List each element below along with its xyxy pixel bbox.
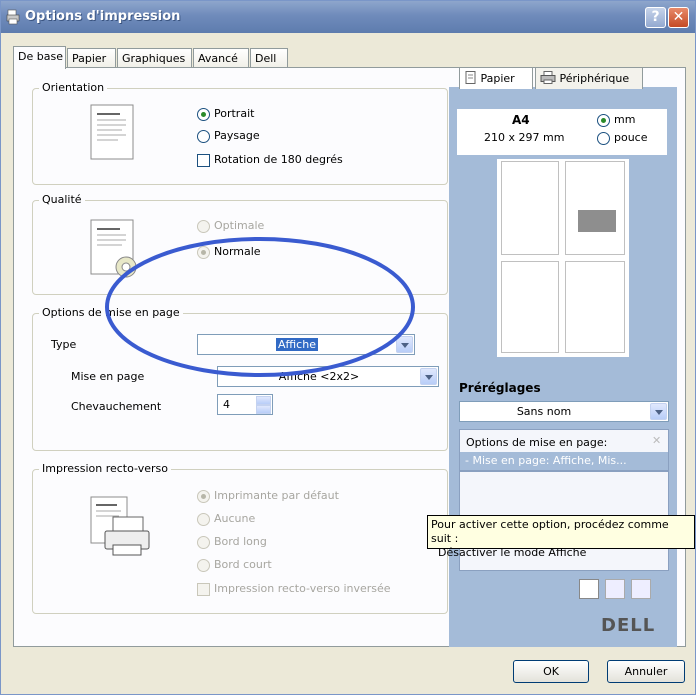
new-preset-icon[interactable] — [579, 579, 599, 599]
tooltip: Pour activer cette option, procédez comm… — [427, 515, 695, 559]
orientation-group: Orientation Portrait Paysage Rotation de… — [32, 81, 448, 185]
bord-long-label[interactable]: Bord long — [214, 535, 267, 548]
portrait-radio[interactable] — [197, 108, 210, 121]
tab-graphiques[interactable]: Graphiques — [117, 48, 192, 68]
paysage-label[interactable]: Paysage — [214, 129, 260, 142]
save-preset-icon[interactable] — [605, 579, 625, 599]
optimale-radio[interactable] — [197, 220, 210, 233]
tab-papier-preview-label: Papier — [480, 72, 515, 85]
bord-long-radio[interactable] — [197, 536, 210, 549]
duplex-printer-icon — [90, 496, 150, 556]
chevron-down-icon[interactable] — [650, 403, 667, 420]
spin-up-icon[interactable] — [256, 396, 271, 405]
unit-pouce-label[interactable]: pouce — [614, 131, 648, 144]
inversee-checkbox[interactable] — [197, 583, 210, 596]
tab-avance[interactable]: Avancé — [193, 48, 249, 68]
paper-size-info: A4 210 x 297 mm mm pouce — [457, 109, 667, 155]
preview-page-1 — [501, 161, 559, 255]
title-bar[interactable]: Options d'impression ? ✕ — [1, 1, 695, 33]
dell-logo: DELL — [601, 615, 656, 636]
preglages-label: Préréglages — [459, 381, 541, 395]
tab-papier[interactable]: Papier — [67, 48, 116, 68]
unit-pouce-radio[interactable] — [597, 132, 610, 145]
orientation-legend: Orientation — [39, 81, 108, 94]
paper-size: A4 — [512, 113, 530, 127]
aucune-label[interactable]: Aucune — [214, 512, 255, 525]
inversee-label[interactable]: Impression recto-verso inversée — [214, 582, 391, 595]
annotation-ellipse — [105, 237, 415, 377]
preset-dropdown[interactable]: Sans nom — [459, 401, 669, 422]
paysage-radio[interactable] — [197, 130, 210, 143]
options-title: Options de mise en page: — [466, 436, 608, 449]
tab-papier-preview[interactable]: Papier — [459, 67, 533, 89]
tab-dell[interactable]: Dell — [250, 48, 288, 68]
tab-peripherique[interactable]: Périphérique — [535, 67, 643, 89]
tooltip-line-1: Pour activer cette option, procédez comm… — [431, 518, 669, 545]
rotation-label[interactable]: Rotation de 180 degrés — [214, 153, 343, 166]
paper-dims: 210 x 297 mm — [484, 131, 565, 144]
unit-mm-label[interactable]: mm — [614, 113, 635, 126]
annuler-button[interactable]: Annuler — [607, 660, 685, 683]
tab-peripherique-label: Périphérique — [559, 72, 630, 85]
chevauchement-label: Chevauchement — [71, 400, 162, 413]
printer-icon — [540, 71, 556, 84]
preview-page-4 — [565, 261, 625, 353]
preview-page-3 — [501, 261, 559, 353]
tooltip-line-2: Désactiver le mode Affiche — [438, 546, 587, 559]
bord-court-radio[interactable] — [197, 559, 210, 572]
portrait-label[interactable]: Portrait — [214, 107, 254, 120]
window-title: Options d'impression — [25, 9, 181, 24]
printer-app-icon — [6, 9, 20, 25]
poster-preview — [497, 159, 629, 357]
rotation-checkbox[interactable] — [197, 154, 210, 167]
preview-panel: Papier Périphérique A4 210 x 297 mm mm p… — [449, 67, 677, 647]
tab-de-base[interactable]: De base — [13, 46, 66, 69]
paper-icon — [465, 71, 476, 84]
aucune-radio[interactable] — [197, 513, 210, 526]
recto-verso-group: Impression recto-verso Imprimante par dé… — [32, 462, 448, 614]
defaut-radio[interactable] — [197, 490, 210, 503]
preset-value: Sans nom — [516, 405, 572, 418]
spin-down-icon[interactable] — [256, 405, 271, 414]
close-button[interactable]: ✕ — [668, 7, 689, 28]
bord-court-label[interactable]: Bord court — [214, 558, 272, 571]
print-options-window: Options d'impression ? ✕ De base Papier … — [0, 0, 696, 695]
help-button[interactable]: ? — [645, 7, 666, 28]
optimale-label[interactable]: Optimale — [214, 219, 264, 232]
qualite-legend: Qualité — [39, 193, 85, 206]
type-label: Type — [51, 338, 77, 351]
portrait-page-icon — [90, 104, 134, 160]
close-icon[interactable]: ✕ — [652, 434, 661, 447]
unit-mm-radio[interactable] — [597, 114, 610, 127]
preview-page-2 — [565, 161, 625, 255]
chevauchement-stepper[interactable]: 4 — [217, 394, 273, 415]
recto-verso-legend: Impression recto-verso — [39, 462, 171, 475]
chevauchement-value: 4 — [223, 398, 230, 411]
defaut-label[interactable]: Imprimante par défaut — [214, 489, 339, 502]
ok-button[interactable]: OK — [513, 660, 589, 683]
options-item[interactable]: - Mise en page: Affiche, Mis... — [460, 452, 668, 470]
delete-preset-icon[interactable] — [631, 579, 651, 599]
chevron-down-icon[interactable] — [420, 368, 437, 385]
